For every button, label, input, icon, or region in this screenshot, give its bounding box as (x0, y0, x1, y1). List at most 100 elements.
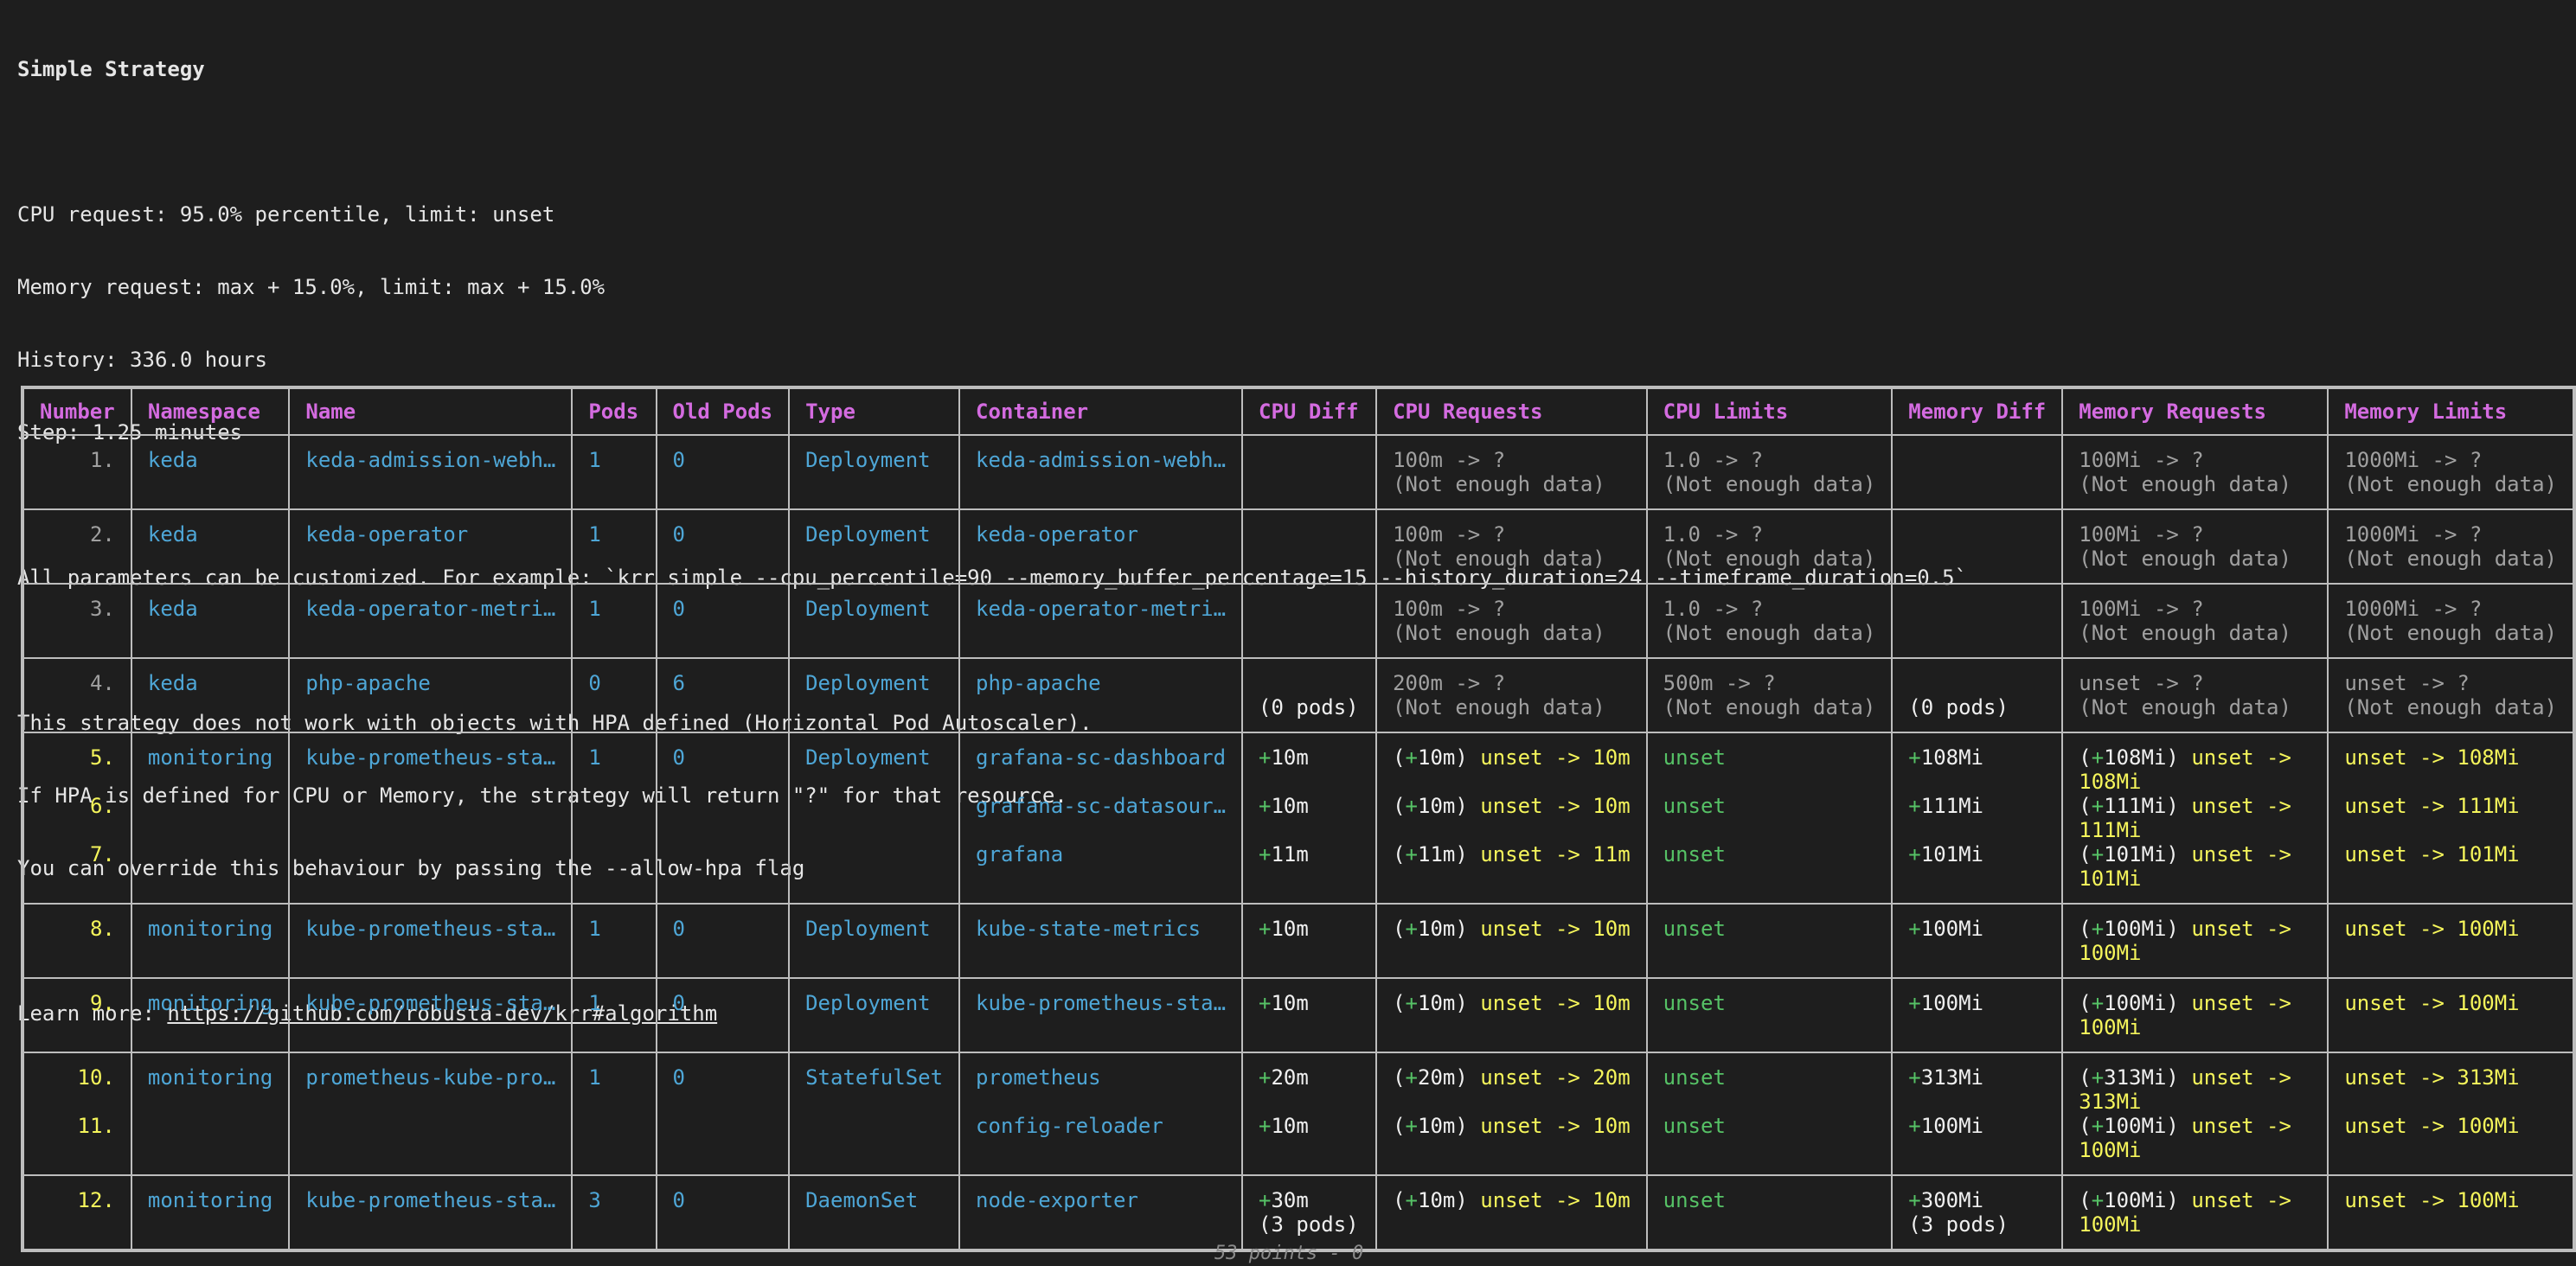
cell-cpu-requests: (+10m) unset -> 10m (1375, 903, 1648, 979)
memory-request-line1: (+101Mi) unset -> (2079, 842, 2311, 866)
memory-limit-note: (Not enough data) (2344, 472, 2557, 496)
table-row[interactable]: 8. monitoring kube-prometheus-sta… 1 0 Deploy… (22, 903, 2575, 979)
paren-open: ( (1393, 917, 1406, 941)
cpu-limit-change: 1.0 -> ? (1663, 448, 1764, 472)
cpu-request-note: (Not enough data) (1393, 547, 1605, 571)
memory-request-arrow: unset -> (2191, 794, 2291, 818)
memory-limit: unset -> 100Mi (2344, 1188, 2520, 1212)
memory-limit: unset -> 100Mi (2344, 991, 2520, 1015)
cell-memory-limits: unset -> 100Mi (2327, 1174, 2575, 1251)
cpu-request: (+10m) unset -> 10m (1393, 1188, 1631, 1212)
memory-request: (+100Mi) unset -> 100Mi (2079, 1114, 2311, 1162)
cell-memory-diff: +108Mi +111Mi +101Mi (1891, 732, 2064, 905)
cell-old-pods: 0 (655, 508, 791, 585)
namespace: keda (147, 671, 198, 695)
pods: 0 (588, 671, 601, 695)
container-name: keda-admission-webh… (976, 448, 1227, 472)
row-number: 10. (77, 1065, 115, 1090)
column-header-container[interactable]: Container (958, 387, 1244, 436)
cell-cpu-limits: unset (1645, 1174, 1894, 1251)
pods: 1 (588, 991, 601, 1015)
column-header-name[interactable]: Name (288, 387, 574, 436)
paren-open: ( (2079, 745, 2092, 770)
namespace: monitoring (147, 991, 273, 1015)
pods: 1 (588, 1065, 601, 1090)
paren-close: ) (1455, 842, 1481, 866)
cell-type: Deployment (788, 732, 961, 905)
cell-cpu-requests: 100m -> ? (Not enough data) (1375, 583, 1648, 659)
memory-request-target: 108Mi (2079, 770, 2142, 794)
memory-request-target: 100Mi (2079, 1212, 2142, 1237)
cell-memory-diff (1891, 583, 2064, 659)
cpu-limit-change: 1.0 -> ? (1663, 522, 1764, 547)
workload-name: prometheus-kube-pro… (305, 1065, 556, 1090)
paren-open: ( (1393, 1065, 1406, 1090)
table-row[interactable]: 4. keda php-apache 0 6 Deployment php-apache (0… (22, 657, 2575, 733)
column-header-old-pods[interactable]: Old Pods (655, 387, 791, 436)
old-pods: 6 (672, 671, 685, 695)
memory-request-line: Memory request: max + 15.0%, limit: max … (17, 275, 606, 299)
column-header-memory-diff[interactable]: Memory Diff (1891, 387, 2064, 436)
memory-request-target: 101Mi (2079, 866, 2142, 891)
pods: 1 (588, 448, 601, 472)
cell-name: kube-prometheus-sta… (288, 732, 574, 905)
column-header-memory-limits[interactable]: Memory Limits (2327, 387, 2575, 436)
table-row[interactable]: 9. monitoring kube-prometheus-sta… 1 0 Deploy… (22, 977, 2575, 1053)
cell-type: Deployment (788, 583, 961, 659)
workload-type: Deployment (805, 745, 931, 770)
memory-diff: +100Mi (1908, 991, 2046, 1015)
paren-close: ) (1455, 745, 1481, 770)
memory-diff: +100Mi (1908, 1114, 2046, 1138)
paren-open: ( (1393, 991, 1406, 1015)
cell-old-pods: 0 (655, 732, 791, 905)
cell-type: Deployment (788, 903, 961, 979)
column-header-pods[interactable]: Pods (571, 387, 657, 436)
table-row[interactable]: 1. keda keda-admission-webh… 1 0 Deployment ke… (22, 434, 2575, 510)
column-header-type[interactable]: Type (788, 387, 961, 436)
old-pods: 0 (672, 597, 685, 621)
column-header-cpu-requests[interactable]: CPU Requests (1375, 387, 1648, 436)
cell-number: 1. (22, 434, 132, 510)
cpu-request: (+10m) unset -> 10m (1393, 991, 1631, 1015)
memory-diff-value: 108Mi (1920, 745, 1983, 770)
memory-limit: unset -> 111Mi (2344, 794, 2520, 818)
column-header-cpu-diff[interactable]: CPU Diff (1241, 387, 1378, 436)
memory-diff-value: 313Mi (1920, 1065, 1983, 1090)
memory-limit-change: 1000Mi -> ? (2344, 522, 2483, 547)
workload-name: kube-prometheus-sta… (305, 917, 556, 941)
workload-name: php-apache (305, 671, 431, 695)
cpu-limit-note: (Not enough data) (1663, 472, 1876, 496)
cell-cpu-diff: (0 pods) (1241, 657, 1378, 733)
table-row[interactable]: 10. 11. monitoring prometheus-kube-pro… 1 0 St… (22, 1052, 2575, 1176)
paren-open: ( (2079, 1065, 2092, 1090)
memory-limit-change: 1000Mi -> ? (2344, 597, 2483, 621)
table-row[interactable]: 5. 6. 7. monitoring kube-prometheus-sta… 1 0 De… (22, 732, 2575, 905)
column-header-memory-requests[interactable]: Memory Requests (2061, 387, 2329, 436)
table-row[interactable]: 2. keda keda-operator 1 0 Deployment keda-oper… (22, 508, 2575, 585)
table-row[interactable]: 3. keda keda-operator-metri… 1 0 Deployment ke… (22, 583, 2575, 659)
column-header-namespace[interactable]: Namespace (130, 387, 291, 436)
cell-pods: 1 (571, 732, 657, 905)
workload-name: keda-operator-metri… (305, 597, 556, 621)
pods: 1 (588, 917, 601, 941)
plus-sign: + (1259, 842, 1272, 866)
old-pods: 0 (672, 917, 685, 941)
cell-container: node-exporter (958, 1174, 1244, 1251)
memory-request-diff: 100Mi (2104, 991, 2167, 1015)
memory-request-line1: (+111Mi) unset -> (2079, 794, 2311, 818)
table-row[interactable]: 12. monitoring kube-prometheus-sta… 3 0 Daemo… (22, 1174, 2575, 1251)
cpu-diff: +10m (1259, 917, 1360, 941)
plus-sign: + (1908, 794, 1921, 818)
cpu-limit: unset (1663, 917, 1726, 941)
namespace: keda (147, 448, 198, 472)
cell-number: 2. (22, 508, 132, 585)
memory-request-line1: (+100Mi) unset -> (2079, 917, 2311, 941)
column-header-number[interactable]: Number (22, 387, 132, 436)
cell-type: Deployment (788, 508, 961, 585)
column-header-cpu-limits[interactable]: CPU Limits (1645, 387, 1894, 436)
